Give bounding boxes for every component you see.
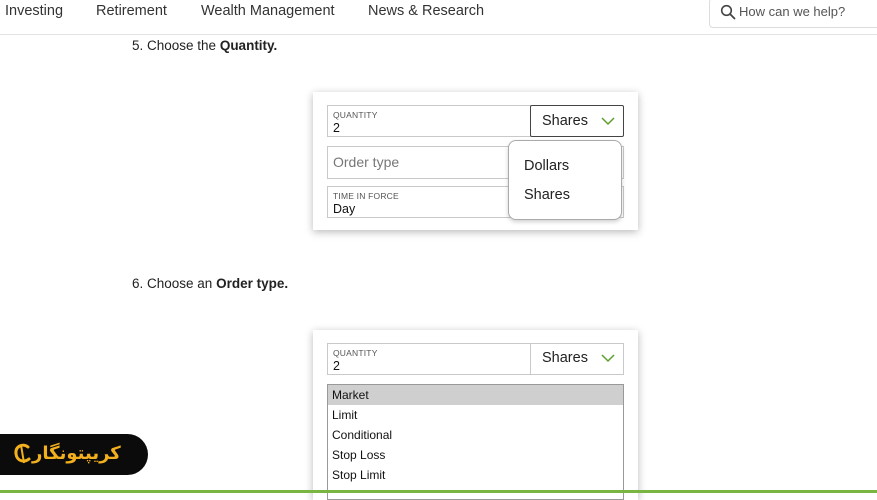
step-6-prefix: 6. Choose an (132, 276, 217, 291)
order-type-option-market[interactable]: Market (328, 385, 623, 405)
coin-logo-icon (14, 443, 31, 464)
watermark-logo: کریپتونگار (0, 434, 148, 475)
order-type-option-stop-loss[interactable]: Stop Loss (328, 445, 623, 465)
quantity-unit-value: Shares (542, 350, 588, 366)
time-in-force-label: TIME IN FORCE (333, 191, 399, 201)
chevron-down-icon (601, 117, 615, 126)
quantity-field[interactable]: QUANTITY 2 (327, 105, 531, 137)
quantity-label: QUANTITY (333, 348, 378, 358)
quantity-unit-select[interactable]: Shares (530, 105, 624, 137)
order-type-option-stop-limit[interactable]: Stop Limit (328, 465, 623, 485)
order-form-card-quantity: QUANTITY 2 Shares Order type TIME IN FOR… (313, 92, 638, 230)
quantity-label: QUANTITY (333, 110, 378, 120)
unit-option-shares[interactable]: Shares (524, 187, 570, 203)
step-5-prefix: 5. Choose the (132, 38, 220, 53)
order-type-option-limit[interactable]: Limit (328, 405, 623, 425)
step-5-bold: Quantity. (219, 38, 278, 53)
nav-wealth-management[interactable]: Wealth Management (201, 3, 335, 19)
nav-investing[interactable]: Investing (5, 3, 63, 19)
nav-retirement[interactable]: Retirement (96, 3, 167, 19)
order-form-card-order-type: QUANTITY 2 Shares Market Limit Condition… (313, 330, 638, 500)
order-type-placeholder: Order type (333, 154, 400, 170)
unit-dropdown-menu: Dollars Shares (508, 140, 622, 220)
search-placeholder: How can we help? (739, 4, 846, 19)
step-5-text: 5. Choose the Quantity. (132, 38, 277, 53)
nav-news-research[interactable]: News & Research (368, 3, 484, 19)
search-input[interactable]: How can we help? (709, 0, 877, 28)
step-6-bold: Order type. (216, 276, 289, 291)
unit-option-dollars[interactable]: Dollars (524, 158, 569, 174)
quantity-unit-value: Shares (542, 113, 588, 129)
order-type-listbox[interactable]: Market Limit Conditional Stop Loss Stop … (327, 384, 624, 500)
search-icon (720, 4, 736, 20)
step-6-text: 6. Choose an Order type. (132, 276, 288, 291)
order-type-option-conditional[interactable]: Conditional (328, 425, 623, 445)
chevron-down-icon (601, 354, 615, 363)
quantity-value: 2 (333, 121, 340, 135)
watermark-text: کریپتونگار (32, 443, 121, 463)
quantity-unit-select[interactable]: Shares (530, 344, 623, 374)
top-navigation: Investing Retirement Wealth Management N… (0, 0, 877, 35)
quantity-value: 2 (333, 359, 340, 373)
time-in-force-value: Day (333, 202, 356, 216)
